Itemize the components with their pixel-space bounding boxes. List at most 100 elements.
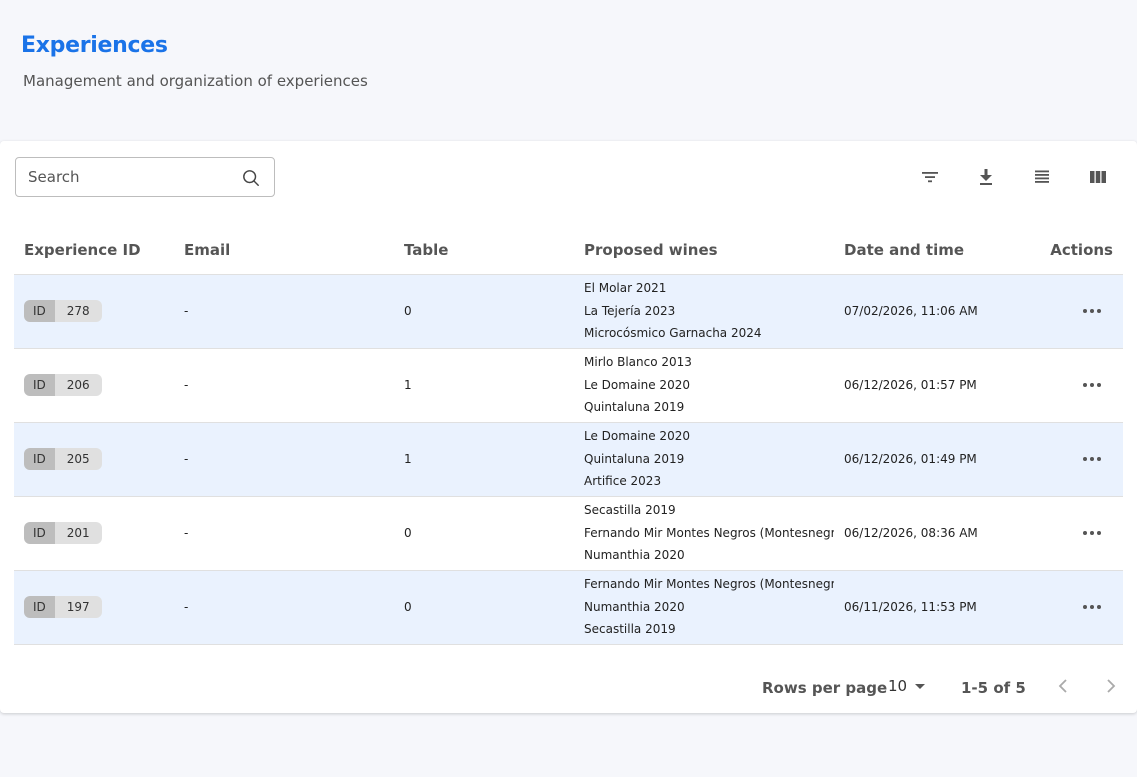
wine-item: Microcósmico Garnacha 2024: [584, 326, 762, 340]
email-cell: -: [174, 496, 394, 571]
more-actions-button[interactable]: [1044, 531, 1123, 535]
id-chip: ID 205: [24, 448, 102, 470]
more-actions-button[interactable]: [1044, 457, 1123, 461]
column-header-proposed-wines[interactable]: Proposed wines: [574, 227, 834, 275]
search-input[interactable]: [28, 158, 228, 196]
pagination-range: 1-5 of 5: [961, 679, 1026, 697]
more-actions-button[interactable]: [1044, 309, 1123, 313]
table-number-cell: 0: [394, 570, 574, 645]
email-cell: -: [174, 274, 394, 349]
wine-item: Fernando Mir Montes Negros (Montesnegros…: [584, 577, 834, 591]
table-row[interactable]: ID 278 - 0 El Molar 2021 La Tejería 2023…: [14, 274, 1123, 349]
chevron-right-icon: [1107, 679, 1116, 693]
table-number-cell: 0: [394, 274, 574, 349]
experience-id-cell: ID 205: [14, 422, 174, 497]
more-actions-button[interactable]: [1044, 605, 1123, 609]
id-chip-value: 205: [54, 448, 102, 470]
experience-id-cell: ID 278: [14, 274, 174, 349]
wine-item: Numanthia 2020: [584, 548, 685, 562]
more-horizontal-icon: [1083, 605, 1101, 609]
actions-cell: [1034, 348, 1123, 423]
column-header-actions: Actions: [1034, 227, 1123, 275]
table-number-cell: 1: [394, 348, 574, 423]
wine-item: Secastilla 2019: [584, 622, 676, 636]
more-horizontal-icon: [1083, 531, 1101, 535]
more-horizontal-icon: [1083, 383, 1101, 387]
proposed-wines-cell: Le Domaine 2020 Quintaluna 2019 Artifice…: [574, 422, 834, 497]
wine-item: Mirlo Blanco 2013: [584, 355, 692, 369]
download-button[interactable]: [974, 165, 998, 189]
more-horizontal-icon: [1083, 457, 1101, 461]
column-header-date-and-time[interactable]: Date and time: [834, 227, 1034, 275]
email-cell: -: [174, 570, 394, 645]
more-horizontal-icon: [1083, 309, 1101, 313]
id-chip-label: ID: [24, 596, 55, 618]
id-chip: ID 206: [24, 374, 102, 396]
rows-per-page-value: 10: [888, 677, 908, 695]
caret-down-icon: [915, 683, 926, 689]
date-time-cell: 06/11/2026, 11:53 PM: [834, 570, 1034, 645]
more-actions-button[interactable]: [1044, 383, 1123, 387]
filter-icon: [922, 172, 938, 183]
experience-id-cell: ID 197: [14, 570, 174, 645]
actions-cell: [1034, 422, 1123, 497]
date-time-cell: 07/02/2026, 11:06 AM: [834, 274, 1034, 349]
wine-item: Numanthia 2020: [584, 599, 685, 614]
density-button[interactable]: [1030, 165, 1054, 189]
table-row[interactable]: ID 197 - 0 Fernando Mir Montes Negros (M…: [14, 570, 1123, 645]
wine-item: Le Domaine 2020: [584, 377, 690, 392]
id-chip-value: 197: [54, 596, 102, 618]
wine-item: El Molar 2021: [584, 281, 667, 295]
id-chip-value: 278: [54, 300, 102, 322]
wine-item: Quintaluna 2019: [584, 400, 685, 414]
column-header-table[interactable]: Table: [394, 227, 574, 275]
experiences-table: Experience ID Email Table Proposed wines…: [14, 227, 1123, 645]
date-time-cell: 06/12/2026, 01:57 PM: [834, 348, 1034, 423]
pagination-bar: Rows per page 10 1-5 of 5: [0, 671, 1137, 701]
chevron-left-icon: [1058, 679, 1067, 693]
table-row[interactable]: ID 206 - 1 Mirlo Blanco 2013 Le Domaine …: [14, 348, 1123, 423]
proposed-wines-cell: Secastilla 2019 Fernando Mir Montes Negr…: [574, 496, 834, 571]
table-row[interactable]: ID 205 - 1 Le Domaine 2020 Quintaluna 20…: [14, 422, 1123, 497]
column-header-email[interactable]: Email: [174, 227, 394, 275]
id-chip-label: ID: [24, 374, 55, 396]
search-box: [15, 157, 275, 197]
actions-cell: [1034, 274, 1123, 349]
email-cell: -: [174, 348, 394, 423]
wine-item: Secastilla 2019: [584, 503, 676, 517]
id-chip-label: ID: [24, 522, 55, 544]
table-row[interactable]: ID 201 - 0 Secastilla 2019 Fernando Mir …: [14, 496, 1123, 571]
table-number-cell: 1: [394, 422, 574, 497]
wine-item: Le Domaine 2020: [584, 429, 690, 443]
id-chip: ID 278: [24, 300, 102, 322]
wine-item: Quintaluna 2019: [584, 451, 685, 466]
experience-id-cell: ID 206: [14, 348, 174, 423]
date-time-cell: 06/12/2026, 08:36 AM: [834, 496, 1034, 571]
filter-button[interactable]: [918, 165, 942, 189]
experience-id-cell: ID 201: [14, 496, 174, 571]
wine-item: Artifice 2023: [584, 474, 662, 488]
columns-button[interactable]: [1086, 165, 1110, 189]
email-cell: -: [174, 422, 394, 497]
proposed-wines-cell: Fernando Mir Montes Negros (Montesnegros…: [574, 570, 834, 645]
id-chip-value: 201: [54, 522, 102, 544]
page-title: Experiences: [21, 33, 168, 58]
actions-cell: [1034, 570, 1123, 645]
next-page-button[interactable]: [1101, 676, 1121, 696]
experiences-card: Experience ID Email Table Proposed wines…: [0, 141, 1137, 713]
wine-item: La Tejería 2023: [584, 303, 676, 318]
columns-icon: [1090, 171, 1106, 183]
id-chip-value: 206: [54, 374, 102, 396]
page-subtitle: Management and organization of experienc…: [23, 72, 368, 90]
density-icon: [1035, 170, 1049, 183]
rows-per-page-label: Rows per page: [762, 679, 888, 697]
wine-item: Fernando Mir Montes Negros (Montesnegros…: [584, 525, 834, 540]
column-header-experience-id[interactable]: Experience ID: [14, 227, 174, 275]
id-chip-label: ID: [24, 448, 55, 470]
rows-per-page-select[interactable]: 10: [888, 677, 926, 695]
table-number-cell: 0: [394, 496, 574, 571]
search-icon[interactable]: [242, 169, 260, 187]
previous-page-button[interactable]: [1053, 676, 1073, 696]
id-chip-label: ID: [24, 300, 55, 322]
date-time-cell: 06/12/2026, 01:49 PM: [834, 422, 1034, 497]
